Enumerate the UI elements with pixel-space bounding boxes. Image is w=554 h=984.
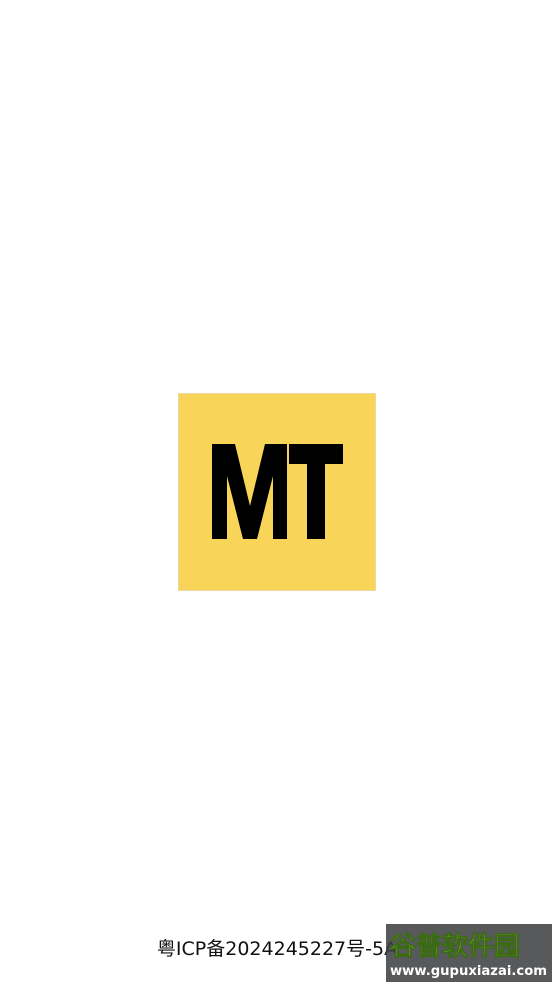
splash-screen: 粤ICP备2024245227号-5A 谷普软件园 www.gupuxiazai… bbox=[0, 0, 554, 984]
site-watermark: 谷普软件园 www.gupuxiazai.com bbox=[386, 924, 552, 982]
watermark-url: www.gupuxiazai.com bbox=[390, 964, 547, 979]
watermark-logo-icon: 谷普软件园 www.gupuxiazai.com bbox=[390, 931, 547, 979]
app-logo bbox=[178, 393, 376, 591]
watermark-brand: 谷普软件园 bbox=[390, 931, 520, 962]
mt-logo-icon bbox=[179, 394, 375, 590]
